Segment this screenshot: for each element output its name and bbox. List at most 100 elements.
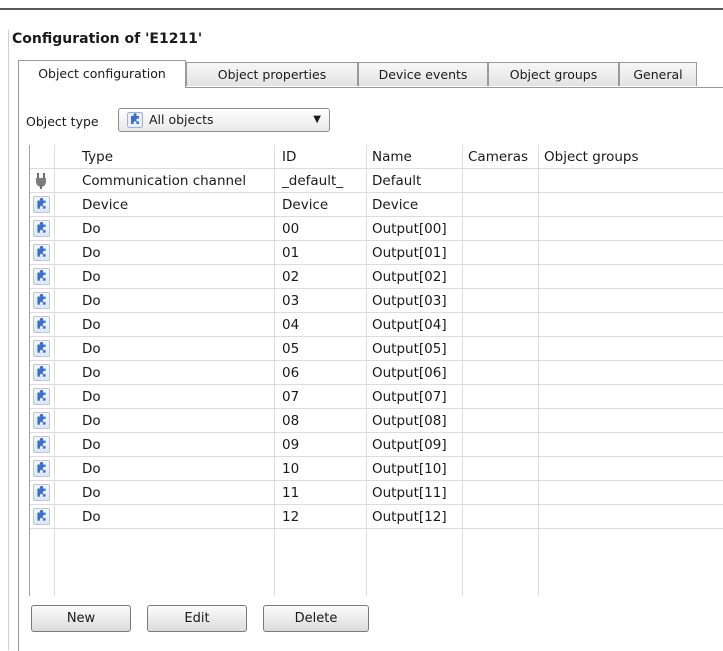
table-row[interactable]: Device Device Device [30, 193, 723, 217]
puzzle-icon [33, 412, 50, 429]
cell-cameras [468, 433, 540, 457]
grid-column-line [462, 145, 463, 596]
puzzle-icon [33, 484, 50, 501]
delete-button[interactable]: Delete [263, 605, 369, 632]
row-icon-cell [30, 289, 54, 313]
table-row[interactable]: Do 10 Output[10] [30, 457, 723, 481]
table-row[interactable]: Do 06 Output[06] [30, 361, 723, 385]
cell-name: Device [372, 197, 419, 213]
cell-cameras [468, 193, 540, 217]
tab-device-events[interactable]: Device events [358, 62, 488, 86]
cell-object-groups [544, 409, 714, 433]
cell-id: 07 [282, 389, 300, 405]
cell-name: Output[04] [372, 317, 447, 333]
page-title: Configuration of 'E1211' [12, 31, 203, 47]
cell-object-groups [544, 169, 714, 193]
cell-type: Do [82, 341, 101, 357]
cell-type: Do [82, 221, 101, 237]
tab-object-properties[interactable]: Object properties [186, 62, 358, 86]
cell-type: Do [82, 437, 101, 453]
row-icon-cell [30, 241, 54, 265]
puzzle-icon [127, 112, 143, 128]
puzzle-icon [33, 268, 50, 285]
row-icon-cell [30, 265, 54, 289]
puzzle-icon [33, 316, 50, 333]
cell-object-groups [544, 217, 714, 241]
object-type-dropdown[interactable]: All objects ▼ [118, 108, 330, 132]
tab-general[interactable]: General [619, 62, 697, 86]
table-row[interactable]: Do 04 Output[04] [30, 313, 723, 337]
table-row[interactable]: Do 00 Output[00] [30, 217, 723, 241]
puzzle-icon [33, 364, 50, 381]
cell-type: Do [82, 509, 101, 525]
column-header-id[interactable]: ID [282, 145, 362, 169]
cell-id: _default_ [282, 173, 344, 189]
cell-name: Output[06] [372, 365, 447, 381]
cell-name: Output[07] [372, 389, 447, 405]
cell-type: Device [82, 197, 129, 213]
cell-cameras [468, 217, 540, 241]
cell-cameras [468, 385, 540, 409]
cell-cameras [468, 313, 540, 337]
new-button[interactable]: New [31, 605, 131, 632]
puzzle-icon [33, 196, 50, 213]
plug-icon [35, 173, 47, 193]
row-icon-cell [30, 313, 54, 337]
cell-cameras [468, 361, 540, 385]
grid-row-line [30, 312, 723, 313]
grid-column-line [538, 145, 539, 596]
table-row[interactable]: Do 11 Output[11] [30, 481, 723, 505]
column-header-object-groups[interactable]: Object groups [544, 145, 714, 169]
puzzle-icon [33, 292, 50, 309]
table-row[interactable]: Do 05 Output[05] [30, 337, 723, 361]
cell-object-groups [544, 193, 714, 217]
table-row[interactable]: Do 09 Output[09] [30, 433, 723, 457]
object-type-label: Object type [26, 114, 99, 129]
top-divider [0, 8, 723, 10]
cell-object-groups [544, 289, 714, 313]
cell-name: Output[12] [372, 509, 447, 525]
table-row[interactable]: Do 12 Output[12] [30, 505, 723, 529]
cell-id: 01 [282, 245, 300, 261]
column-header-name[interactable]: Name [372, 145, 462, 169]
grid-row-line [30, 336, 723, 337]
grid-row-line [30, 240, 723, 241]
row-icon-cell [30, 481, 54, 505]
row-icon-cell [30, 409, 54, 433]
grid-row-line [30, 384, 723, 385]
cell-name: Output[01] [372, 245, 447, 261]
cell-cameras [468, 409, 540, 433]
cell-object-groups [544, 481, 714, 505]
column-header-cameras[interactable]: Cameras [468, 145, 540, 169]
grid-row-line [30, 504, 723, 505]
table-row[interactable]: Communication channel _default_ Default [30, 169, 723, 193]
table-header: Type ID Name Cameras Object groups [30, 145, 723, 169]
cell-type: Do [82, 317, 101, 333]
puzzle-icon [33, 388, 50, 405]
cell-id: 00 [282, 221, 300, 237]
grid-row-line [30, 480, 723, 481]
row-icon-cell [30, 193, 54, 217]
cell-cameras [468, 505, 540, 529]
cell-cameras [468, 481, 540, 505]
edit-button[interactable]: Edit [147, 605, 247, 632]
table-row[interactable]: Do 02 Output[02] [30, 265, 723, 289]
grid-row-line [30, 264, 723, 265]
cell-id: 04 [282, 317, 300, 333]
row-icon-cell [30, 457, 54, 481]
table-row[interactable]: Do 03 Output[03] [30, 289, 723, 313]
cell-id: 05 [282, 341, 300, 357]
row-icon-cell [30, 337, 54, 361]
row-icon-cell [30, 169, 54, 193]
tab-object-configuration[interactable]: Object configuration [18, 60, 186, 88]
cell-name: Output[03] [372, 293, 447, 309]
table-row[interactable]: Do 08 Output[08] [30, 409, 723, 433]
cell-name: Output[09] [372, 437, 447, 453]
table-row[interactable]: Do 07 Output[07] [30, 385, 723, 409]
column-header-type[interactable]: Type [82, 145, 272, 169]
table-row[interactable]: Do 01 Output[01] [30, 241, 723, 265]
cell-type: Do [82, 293, 101, 309]
cell-id: 11 [282, 485, 300, 501]
puzzle-icon [33, 340, 50, 357]
tab-object-groups[interactable]: Object groups [488, 62, 619, 86]
